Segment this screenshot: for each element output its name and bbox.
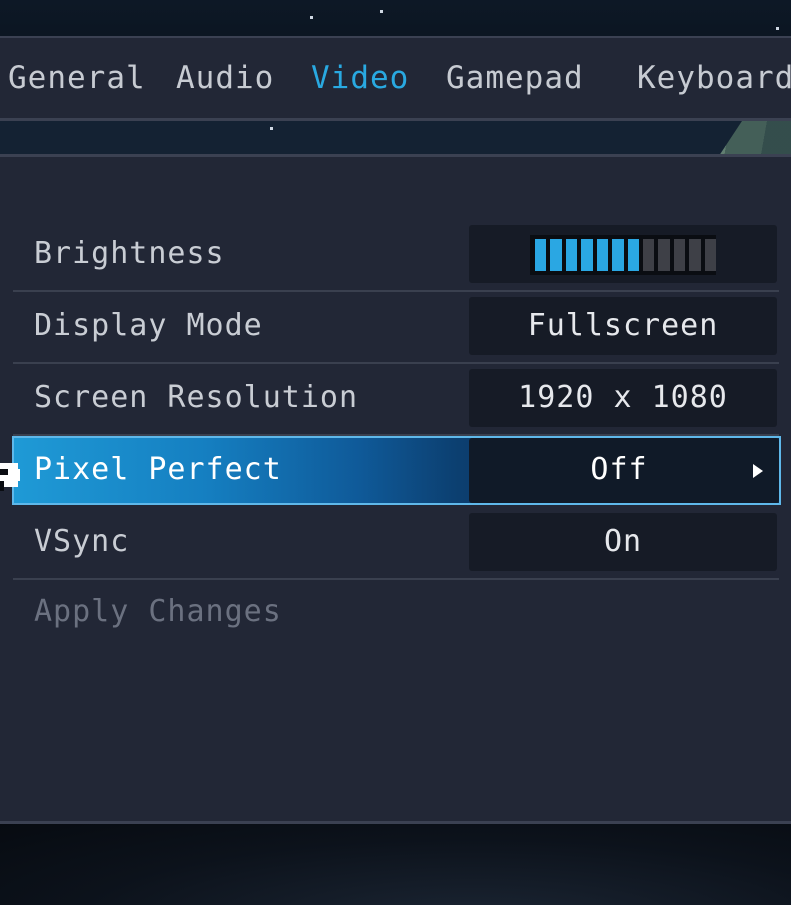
- brightness-segment: [581, 239, 593, 271]
- screen-resolution-value: 1920 x 1080: [518, 380, 728, 415]
- tab-keyboard[interactable]: Keyboard: [637, 60, 791, 96]
- planet-edge: [715, 121, 791, 154]
- row-divider: [13, 578, 779, 580]
- brightness-segment: [689, 239, 701, 271]
- brightness-segment: [673, 239, 686, 271]
- brightness-segment: [535, 239, 547, 271]
- brightness-segment: [565, 239, 578, 271]
- screen-resolution-value-box[interactable]: 1920 x 1080: [469, 369, 777, 427]
- apply-changes-button[interactable]: Apply Changes: [34, 594, 282, 629]
- tab-gamepad[interactable]: Gamepad: [446, 60, 584, 96]
- pixel-perfect-value-box[interactable]: Off: [469, 438, 779, 503]
- row-divider: [13, 290, 779, 292]
- brightness-segment: [550, 239, 562, 271]
- background-strip: [0, 121, 791, 154]
- brightness-segment: [612, 239, 624, 271]
- video-settings-screen: General Audio Video Gamepad Keyboard Bri…: [0, 0, 791, 905]
- setting-row-vsync[interactable]: VSync On: [13, 509, 779, 580]
- vsync-value: On: [603, 524, 643, 559]
- display-mode-value-box[interactable]: Fullscreen: [469, 297, 777, 355]
- screen-resolution-label: Screen Resolution: [34, 380, 359, 415]
- video-settings-panel: Brightness Display Mode Fullscreen Scree…: [0, 154, 791, 824]
- brightness-segment: [596, 239, 609, 271]
- brightness-meter[interactable]: [530, 235, 717, 275]
- brightness-value-box[interactable]: [469, 225, 777, 283]
- vsync-value-box[interactable]: On: [469, 513, 777, 571]
- background-star: [270, 127, 273, 130]
- brightness-segment: [704, 239, 717, 271]
- tab-audio[interactable]: Audio: [176, 60, 274, 96]
- display-mode-label: Display Mode: [34, 308, 263, 343]
- brightness-segment: [658, 239, 670, 271]
- setting-row-screen-resolution[interactable]: Screen Resolution 1920 x 1080: [13, 365, 779, 436]
- brightness-segment: [642, 239, 655, 271]
- pointing-hand-icon: [0, 463, 20, 491]
- background-terrain: [0, 824, 791, 905]
- background-star: [380, 10, 383, 13]
- tab-video[interactable]: Video: [311, 60, 409, 96]
- setting-row-brightness[interactable]: Brightness: [13, 221, 779, 292]
- row-divider: [13, 362, 779, 364]
- pixel-perfect-label: Pixel Perfect: [34, 452, 282, 487]
- background-star: [310, 16, 313, 19]
- brightness-segment: [627, 239, 639, 271]
- display-mode-value: Fullscreen: [527, 308, 719, 343]
- setting-row-display-mode[interactable]: Display Mode Fullscreen: [13, 293, 779, 364]
- tab-general[interactable]: General: [8, 60, 146, 96]
- vsync-label: VSync: [34, 524, 130, 559]
- setting-row-pixel-perfect[interactable]: Pixel Perfect Off: [12, 436, 781, 505]
- triangle-right-icon[interactable]: [753, 464, 763, 478]
- settings-tab-bar: General Audio Video Gamepad Keyboard: [0, 36, 791, 121]
- brightness-label: Brightness: [34, 236, 225, 271]
- background-star: [776, 27, 779, 30]
- pixel-perfect-value: Off: [590, 452, 648, 487]
